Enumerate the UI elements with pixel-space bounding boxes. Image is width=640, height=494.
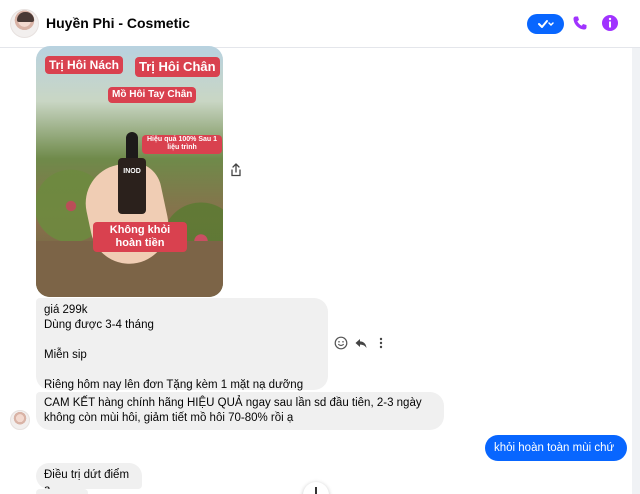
check-button[interactable] <box>527 14 564 34</box>
check-chevron-icon <box>537 20 554 28</box>
contact-avatar[interactable] <box>10 9 39 38</box>
message-line: giá 299k <box>44 304 88 316</box>
image-tag: Mồ Hôi Tay Chân <box>108 87 197 103</box>
emoji-icon[interactable] <box>334 336 348 350</box>
image-tag: Trị Hôi Nách <box>45 56 124 75</box>
message-line <box>44 363 320 378</box>
message-line: Miễn sip <box>44 349 87 361</box>
reply-icon[interactable] <box>354 336 368 350</box>
contact-name[interactable]: Huyền Phi - Cosmetic <box>46 15 190 31</box>
image-tag: Trị Hôi Chân <box>135 57 220 77</box>
message-text: CAM KẾT hàng chính hãng HIỆU QUẢ ngay sa… <box>44 397 422 424</box>
phone-icon[interactable] <box>572 15 588 31</box>
message-text: khỏi hoàn toàn mùi chứ ạ? <box>494 442 615 480</box>
message-line: Dùng được 3-4 tháng <box>44 319 154 331</box>
image-tag: Không khỏi hoàn tiền <box>93 222 187 253</box>
info-icon[interactable] <box>601 14 619 32</box>
incoming-message[interactable]: CAM KẾT hàng chính hãng HIỆU QUẢ ngay sa… <box>36 392 444 430</box>
incoming-message[interactable]: giá 299k Dùng được 3-4 tháng Miễn sip Ri… <box>36 298 328 406</box>
contact-avatar-small[interactable] <box>10 410 30 430</box>
scrollbar-track[interactable] <box>632 48 640 494</box>
more-icon[interactable] <box>374 336 388 350</box>
incoming-message-partial <box>36 489 88 494</box>
outgoing-message[interactable]: khỏi hoàn toàn mùi chứ ạ? <box>485 435 627 480</box>
share-icon[interactable] <box>230 163 242 177</box>
bottle-label: INOD <box>123 168 141 175</box>
message-line <box>44 333 320 348</box>
product-image-message[interactable]: INOD Trị Hôi Nách Trị Hôi Chân Mồ Hôi Ta… <box>36 46 223 297</box>
chat-header: Huyền Phi - Cosmetic <box>0 0 640 48</box>
image-tag: Hiệu quả 100% Sau 1 liệu trình <box>142 135 222 154</box>
incoming-message[interactable]: Điều trị dứt điểm ạ <box>36 463 142 494</box>
scroll-to-bottom-button[interactable] <box>303 482 329 494</box>
